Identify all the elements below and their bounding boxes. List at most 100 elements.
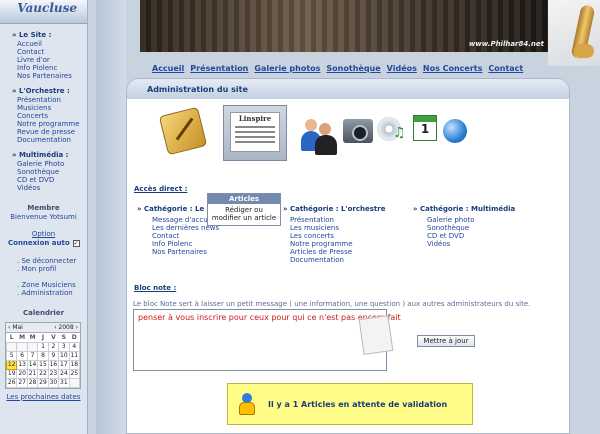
calendar-day[interactable]: 14 <box>26 359 39 370</box>
zone-musiciens-link[interactable]: . Zone Musiciens <box>12 281 87 289</box>
link-info-piolenc[interactable]: Info Piolenc <box>152 240 219 248</box>
calendar-dow: D <box>71 333 77 341</box>
calendar-day[interactable]: 2 <box>47 341 60 352</box>
nav-sonotheque[interactable]: Sonothèque <box>326 64 380 73</box>
calendar-month: Mai <box>12 324 23 331</box>
calendar-day[interactable]: 10 <box>58 350 70 361</box>
calendar-day[interactable]: 28 <box>26 377 39 388</box>
sidebar-item-info-piolenc[interactable]: Info Piolenc <box>12 64 87 72</box>
calendar-icon[interactable]: 1 <box>413 115 437 141</box>
sidebar-item-videos[interactable]: Vidéos <box>12 184 87 192</box>
sidebar-item-programme[interactable]: Notre programme <box>12 120 87 128</box>
calendar-day[interactable]: 27 <box>16 377 28 388</box>
calendar-day[interactable]: 17 <box>58 359 70 370</box>
calendar-day[interactable]: 9 <box>47 350 60 361</box>
calendar-day[interactable]: 30 <box>47 377 60 388</box>
tooltip-body: Rédiger ou modifier un article <box>208 204 280 225</box>
update-note-button[interactable]: Mettre à jour <box>417 335 475 347</box>
link-contact[interactable]: Contact <box>152 232 219 240</box>
calendar-day[interactable]: 5 <box>5 350 18 361</box>
calendar-day[interactable]: 7 <box>26 350 39 361</box>
calendar-day[interactable]: 3 <box>58 341 70 352</box>
nav-galerie[interactable]: Galerie photos <box>254 64 320 73</box>
cd-music-icon[interactable]: ♫ <box>377 117 407 143</box>
users-icon[interactable] <box>301 119 337 155</box>
saxophone-bell-icon <box>574 44 594 58</box>
option-link[interactable]: Option <box>0 230 87 239</box>
administration-link[interactable]: . Administration <box>12 289 87 297</box>
sidebar-item-contact[interactable]: Contact <box>12 48 87 56</box>
sidebar-item-documentation[interactable]: Documentation <box>12 136 87 144</box>
bloc-note-description: Le bloc Note sert à laisser un petit mes… <box>133 300 531 308</box>
nav-videos[interactable]: Vidéos <box>387 64 417 73</box>
calendar-prev-month[interactable]: ‹ Mai <box>8 324 23 331</box>
calendar-day[interactable]: 19 <box>5 368 18 379</box>
sidebar-item-livre-dor[interactable]: Livre d'or <box>12 56 87 64</box>
nav-accueil[interactable]: Accueil <box>152 64 184 73</box>
link-sonotheque[interactable]: Sonothèque <box>427 224 475 232</box>
calendar-day[interactable]: 11 <box>68 350 81 361</box>
upcoming-dates-link[interactable]: Les prochaines dates <box>0 393 87 402</box>
calendar-day[interactable]: 16 <box>47 359 60 370</box>
logout-link[interactable]: . Se déconnecter <box>12 257 87 265</box>
sidebar-multimedia-title: » Multimédia : <box>12 151 69 159</box>
link-cd-dvd[interactable]: CD et DVD <box>427 232 475 240</box>
link-concerts[interactable]: Les concerts <box>290 232 353 240</box>
calendar-title: Calendrier <box>22 309 65 317</box>
calendar-day[interactable]: 18 <box>68 359 81 370</box>
site-logo[interactable]: Vaucluse <box>0 0 87 24</box>
calendar-day[interactable]: 12 <box>5 359 18 370</box>
calendar-day[interactable]: 6 <box>16 350 28 361</box>
notepad-icon[interactable] <box>158 106 208 156</box>
sidebar-item-accueil[interactable]: Accueil <box>12 40 87 48</box>
link-videos[interactable]: Vidéos <box>427 240 475 248</box>
link-presentation[interactable]: Présentation <box>290 216 353 224</box>
calendar-day[interactable]: 1 <box>37 341 49 352</box>
profile-link[interactable]: . Mon profil <box>12 265 87 273</box>
globe-icon[interactable] <box>443 119 467 143</box>
camera-icon[interactable] <box>343 119 373 143</box>
calendar-year[interactable]: ‹ 2008 › <box>54 324 78 331</box>
calendar-day[interactable]: 4 <box>68 341 81 352</box>
sidebar-item-sonotheque[interactable]: Sonothèque <box>12 168 87 176</box>
nav-presentation[interactable]: Présentation <box>190 64 248 73</box>
link-programme[interactable]: Notre programme <box>290 240 353 248</box>
link-galerie-photo[interactable]: Galerie photo <box>427 216 475 224</box>
link-partenaires[interactable]: Nos Partenaires <box>152 248 219 256</box>
calendar-day[interactable]: 22 <box>37 368 49 379</box>
tooltip-line-1: Rédiger ou <box>225 206 263 214</box>
sidebar-item-galerie[interactable]: Galerie Photo <box>12 160 87 168</box>
calendar-day[interactable]: 31 <box>58 377 70 388</box>
articles-icon[interactable]: Linspire <box>223 105 287 161</box>
page-gutter <box>96 0 126 434</box>
link-articles-presse[interactable]: Articles de Presse <box>290 248 353 256</box>
calendar-day[interactable]: 23 <box>47 368 60 379</box>
nav-concerts[interactable]: Nos Concerts <box>423 64 483 73</box>
pending-articles-alert[interactable]: Il y a 1 Articles en attente de validati… <box>227 383 473 425</box>
calendar-day[interactable]: 20 <box>16 368 28 379</box>
sidebar-item-revue-presse[interactable]: Revue de presse <box>12 128 87 136</box>
nav-contact[interactable]: Contact <box>488 64 523 73</box>
calendar-day[interactable]: 8 <box>37 350 49 361</box>
sidebar-item-partenaires[interactable]: Nos Partenaires <box>12 72 87 80</box>
calendar-day[interactable]: 15 <box>37 359 49 370</box>
calendar-dow: S <box>61 333 66 341</box>
sidebar-item-presentation[interactable]: Présentation <box>12 96 87 104</box>
connexion-auto-checkbox[interactable]: ✓ <box>72 239 80 247</box>
note-text: penser à vous inscrire pour ceux pour qu… <box>138 313 401 322</box>
sidebar-item-cd-dvd[interactable]: CD et DVD <box>12 176 87 184</box>
sidebar-item-concerts[interactable]: Concerts <box>12 112 87 120</box>
note-textarea[interactable]: penser à vous inscrire pour ceux pour qu… <box>133 309 401 371</box>
link-musiciens[interactable]: Les musiciens <box>290 224 353 232</box>
calendar-day[interactable]: 24 <box>58 368 70 379</box>
sidebar-site-title: » Le Site : <box>12 31 52 39</box>
calendar-day[interactable]: 26 <box>5 377 18 388</box>
calendar-day[interactable]: 21 <box>26 368 39 379</box>
link-documentation[interactable]: Documentation <box>290 256 353 264</box>
sidebar-item-musiciens[interactable]: Musiciens <box>12 104 87 112</box>
calendar-day[interactable]: 13 <box>16 359 28 370</box>
mini-calendar: ‹ Mai ‹ 2008 › LMMJVSD 1 2 3 4 5 6 7 8 9 10 11 12 13… <box>5 322 81 389</box>
calendar-day[interactable]: 25 <box>68 368 81 379</box>
calendar-day[interactable]: 29 <box>37 377 49 388</box>
articles-tooltip: Articles Rédiger ou modifier un article <box>207 193 281 226</box>
